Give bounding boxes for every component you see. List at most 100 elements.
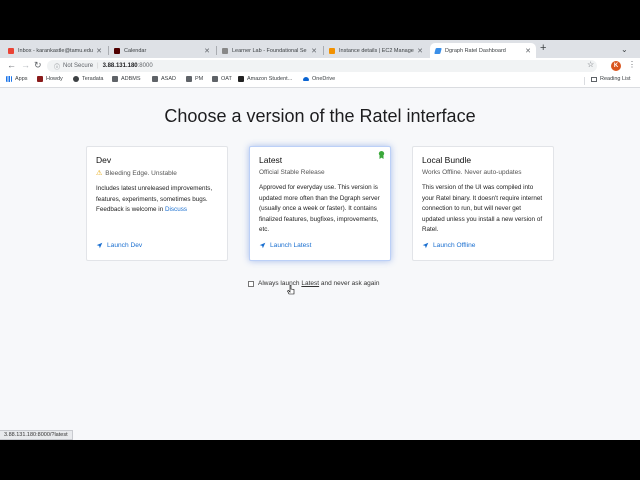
tab-search-icon[interactable]: ⌄	[621, 45, 628, 54]
rocket-icon	[259, 242, 266, 249]
tab-learner-lab[interactable]: Learner Lab - Foundational Se ✕	[217, 43, 322, 58]
card-description: This version of the UI was compiled into…	[422, 184, 543, 234]
tamu-icon	[114, 47, 120, 54]
bookmark-onedrive[interactable]: OneDrive	[303, 76, 335, 82]
always-suffix: and never ask again	[320, 280, 380, 287]
launch-label: Launch Dev	[107, 242, 143, 249]
hand-cursor-icon	[287, 285, 295, 295]
tab-label: Dgraph Ratel Dashboard	[445, 47, 506, 54]
reload-icon[interactable]: ↻	[34, 60, 42, 71]
bookmark-pm[interactable]: PM	[186, 76, 203, 82]
tab-calendar[interactable]: Calendar ✕	[109, 43, 215, 58]
page-title: Choose a version of the Ratel interface	[164, 106, 476, 126]
url-port: :8000	[137, 63, 153, 69]
card-title: Dev	[96, 155, 112, 165]
always-launch-checkbox[interactable]	[248, 280, 254, 287]
reading-list-label: Reading List	[600, 76, 631, 82]
close-icon[interactable]: ✕	[311, 47, 317, 55]
tab-dgraph[interactable]: Dgraph Ratel Dashboard ✕	[430, 43, 536, 58]
amazon-icon	[238, 76, 244, 82]
launch-offline-link[interactable]: Launch Offline	[422, 242, 475, 249]
close-icon[interactable]: ✕	[204, 47, 210, 55]
security-label: Not Secure	[63, 63, 94, 69]
card-title: Local Bundle	[422, 155, 472, 165]
url-host: 3.88.131.180	[102, 63, 138, 69]
launch-latest-link[interactable]: Launch Latest	[259, 242, 311, 249]
menu-kebab-icon[interactable]: ⋮	[628, 60, 636, 69]
bookmark-label: Apps	[15, 76, 28, 82]
bookmark-amazon-student[interactable]: Amazon Student...	[238, 76, 292, 82]
howdy-icon	[37, 76, 43, 82]
card-latest: Latest Official Stable Release Approved …	[249, 146, 391, 261]
tab-label: Instance details | EC2 Manage	[339, 47, 414, 54]
description-text: Includes latest unreleased improvements,…	[96, 185, 213, 214]
launch-label: Launch Offline	[433, 242, 476, 249]
card-subtitle: Official Stable Release	[259, 169, 325, 176]
teradata-icon	[73, 76, 79, 82]
always-latest-link[interactable]: Latest	[301, 280, 319, 287]
card-subtitle: Works Offline. Never auto-updates	[422, 169, 522, 176]
launch-dev-link[interactable]: Launch Dev	[96, 242, 142, 249]
tab-label: Learner Lab - Foundational Se	[232, 47, 307, 54]
close-icon[interactable]: ✕	[525, 47, 531, 55]
bookmark-howdy[interactable]: Howdy	[37, 76, 63, 82]
ec2-icon	[329, 47, 335, 54]
bookmark-asad[interactable]: ASAD	[152, 76, 176, 82]
tab-label: Inbox - karankastle@tamu.edu	[18, 47, 93, 54]
profile-avatar[interactable]: K	[611, 61, 621, 71]
browser-window: Inbox - karankastle@tamu.edu ✕ Calendar …	[0, 40, 640, 440]
folder-icon	[112, 76, 118, 82]
card-description: Includes latest unreleased improvements,…	[96, 184, 218, 216]
bookmark-label: Amazon Student...	[247, 76, 293, 82]
apps-grid-icon	[6, 76, 12, 82]
discuss-link[interactable]: Discuss	[165, 206, 187, 213]
bookmark-label: Teradata	[82, 76, 104, 82]
bookmark-label: OneDrive	[312, 76, 336, 82]
bookmark-label: Howdy	[46, 76, 63, 82]
card-subtitle: ⚠ Bleeding Edge. Unstable	[96, 169, 218, 178]
subtitle-text: Bleeding Edge. Unstable	[105, 169, 177, 177]
card-description: Approved for everyday use. This version …	[259, 184, 380, 234]
reading-list-icon	[591, 76, 597, 82]
aws-academy-icon	[222, 47, 228, 54]
status-url: 3.88.131.180:8000/?latest	[0, 430, 73, 440]
close-icon[interactable]: ✕	[417, 47, 423, 55]
card-local-bundle: Local Bundle Works Offline. Never auto-u…	[412, 146, 554, 261]
bookmark-label: ASAD	[161, 76, 176, 82]
warning-info-icon[interactable]: ⓘ	[54, 62, 60, 71]
tab-strip: Inbox - karankastle@tamu.edu ✕ Calendar …	[0, 40, 640, 58]
rocket-icon	[422, 242, 429, 249]
bookmark-star-icon[interactable]: ☆	[587, 60, 594, 69]
bookmarks-bar: Apps Howdy Teradata ADBMS ASAD PM OAT Am…	[0, 74, 640, 88]
onedrive-icon	[303, 77, 309, 81]
reading-list-button[interactable]: Reading List	[591, 76, 631, 82]
launch-label: Launch Latest	[270, 242, 312, 249]
dgraph-icon	[434, 47, 442, 54]
card-dev: Dev ⚠ Bleeding Edge. Unstable Includes l…	[86, 146, 228, 261]
bookmark-label: ADBMS	[121, 76, 141, 82]
always-launch-option: Always launch Latest and never ask again	[248, 280, 379, 287]
folder-icon	[186, 76, 192, 82]
bookmark-label: PM	[195, 76, 204, 82]
bookmark-teradata[interactable]: Teradata	[73, 76, 103, 82]
tab-label: Calendar	[124, 47, 147, 54]
tab-ec2[interactable]: Instance details | EC2 Manage ✕	[324, 43, 428, 58]
warning-icon: ⚠	[96, 170, 103, 177]
new-tab-button[interactable]: +	[540, 42, 546, 54]
bookmark-adbms[interactable]: ADBMS	[112, 76, 141, 82]
back-icon[interactable]: ←	[7, 60, 16, 70]
rocket-icon	[96, 242, 103, 249]
tab-inbox[interactable]: Inbox - karankastle@tamu.edu ✕	[3, 43, 107, 58]
badge-icon	[378, 151, 385, 159]
close-icon[interactable]: ✕	[96, 47, 102, 55]
forward-icon[interactable]: →	[21, 60, 30, 70]
toolbar: ← → ↻ ⓘ Not Secure | 3.88.131.180 :8000 …	[0, 58, 640, 74]
address-bar[interactable]: ⓘ Not Secure | 3.88.131.180 :8000	[47, 60, 597, 72]
folder-icon	[152, 76, 158, 82]
card-title: Latest	[259, 155, 283, 165]
bookmark-apps[interactable]: Apps	[6, 76, 28, 82]
gmail-icon	[8, 47, 14, 54]
folder-icon	[212, 76, 218, 82]
bookmark-label: OAT	[221, 76, 232, 82]
bookmark-oat[interactable]: OAT	[212, 76, 232, 82]
